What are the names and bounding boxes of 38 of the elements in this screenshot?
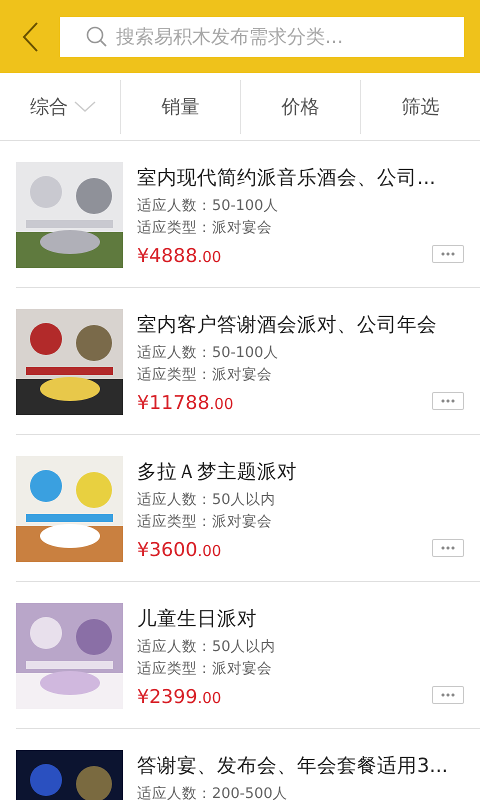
price-text: ¥2399.00 <box>137 686 222 708</box>
product-title: 答谢宴、发布会、年会套餐适用3... <box>137 753 450 779</box>
capacity-text: 适应人数：200-500人 <box>137 784 289 800</box>
sort-tab[interactable]: 销量 <box>120 80 240 134</box>
more-icon <box>441 252 455 256</box>
more-icon <box>441 693 455 697</box>
type-text: 适应类型：派对宴会 <box>137 660 273 679</box>
more-button[interactable] <box>432 539 464 557</box>
capacity-text: 适应人数：50人以内 <box>137 638 276 657</box>
capacity-text: 适应人数：50-100人 <box>137 196 280 216</box>
product-title: 多拉Ａ梦主题派对 <box>137 459 298 485</box>
sort-tab[interactable]: 价格 <box>240 80 360 134</box>
product-title: 室内客户答谢酒会派对、公司年会 <box>137 312 438 338</box>
search-bar[interactable]: 搜索易积木发布需求分类... <box>60 16 464 56</box>
sort-tab[interactable]: 筛选 <box>360 80 480 134</box>
product-row[interactable]: 室内客户答谢酒会派对、公司年会 适应人数：50-100人 适应类型：派对宴会 ¥11788.00 <box>16 288 480 435</box>
product-row[interactable]: 儿童生日派对 适应人数：50人以内 适应类型：派对宴会 ¥2399.00 <box>16 582 480 729</box>
search-icon <box>86 26 108 48</box>
sort-tab[interactable]: 综合 <box>0 80 120 134</box>
more-icon <box>441 399 455 403</box>
price-text: ¥11788.00 <box>137 392 234 414</box>
capacity-text: 适应人数：50人以内 <box>137 490 276 510</box>
product-row[interactable]: 多拉Ａ梦主题派对 适应人数：50人以内 适应类型：派对宴会 ¥3600.00 <box>16 435 480 582</box>
type-text: 适应类型：派对宴会 <box>137 512 273 532</box>
type-text: 适应类型：派对宴会 <box>137 218 273 238</box>
type-text: 适应类型：派对宴会 <box>137 366 273 385</box>
product-row[interactable]: 答谢宴、发布会、年会套餐适用3... 适应人数：200-500人 <box>16 729 480 800</box>
price-text: ¥4888.00 <box>137 245 222 267</box>
product-title: 儿童生日派对 <box>137 606 258 632</box>
more-button[interactable] <box>432 245 464 263</box>
more-button[interactable] <box>432 392 464 410</box>
back-icon[interactable] <box>22 22 38 52</box>
product-row[interactable]: 室内现代简约派音乐酒会、公司... 适应人数：50-100人 适应类型：派对宴会 ¥4888.00 <box>16 141 480 288</box>
more-button[interactable] <box>432 686 464 704</box>
more-icon <box>441 546 455 550</box>
product-title: 室内现代简约派音乐酒会、公司... <box>137 165 437 191</box>
capacity-text: 适应人数：50-100人 <box>137 344 280 363</box>
price-text: ¥3600.00 <box>137 539 222 561</box>
